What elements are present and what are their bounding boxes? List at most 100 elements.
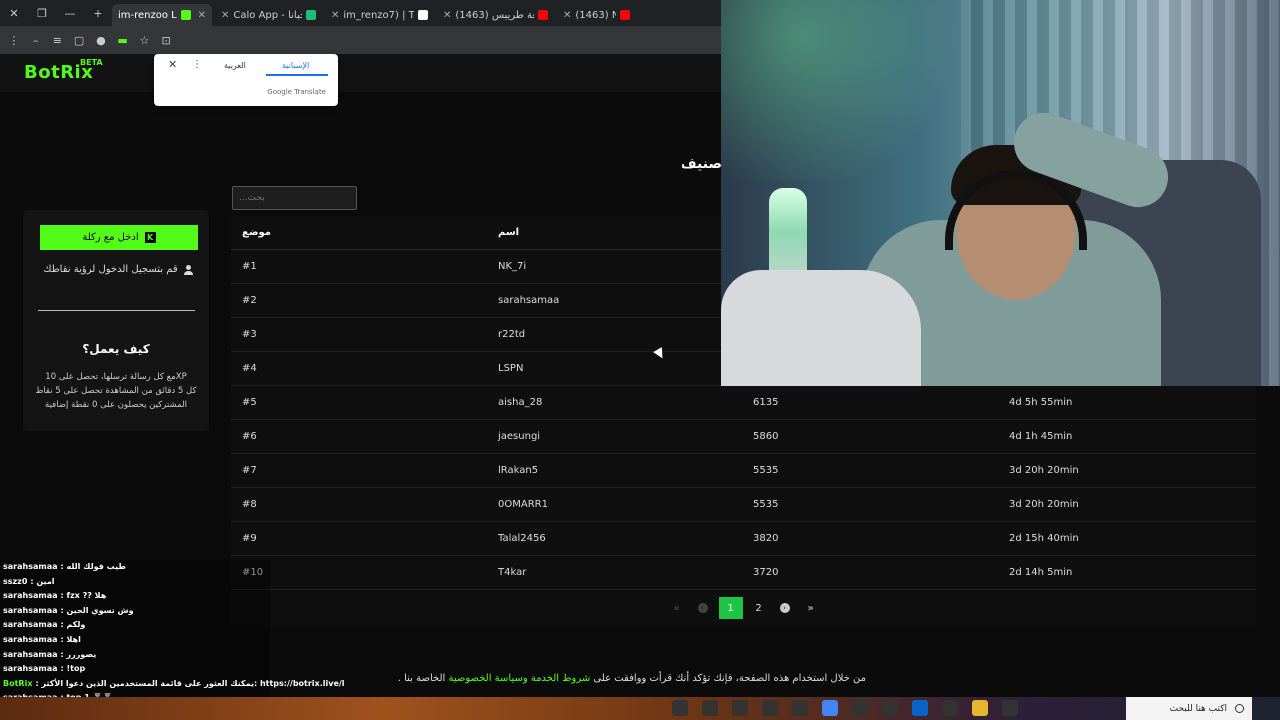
last-page-button[interactable]: » (801, 597, 821, 619)
queue-icon[interactable]: ≡ (52, 31, 64, 49)
new-tab-button[interactable]: + (84, 0, 112, 26)
outlook-icon[interactable] (912, 700, 928, 716)
cell-points: 6135 (753, 397, 779, 408)
page-2-button[interactable]: 2 (749, 597, 769, 619)
tab-close-icon[interactable]: ✕ (331, 10, 339, 21)
table-row: #6 jaesungi 5860 4d 1h 45min (231, 420, 1256, 454)
app-icon[interactable] (762, 700, 778, 716)
chrome-icon[interactable] (822, 700, 838, 716)
rgb-light-glow (721, 0, 971, 180)
kick-login-label: ادخل مع ركلة (82, 232, 139, 243)
tab-title: im_renzo7) | TikTok(16) (343, 9, 414, 21)
folder-icon[interactable] (972, 700, 988, 716)
browser-tab[interactable]: ✕ im_renzo7) | TikTok(16) (322, 4, 434, 26)
green-extension-icon[interactable]: ▬ (117, 31, 129, 49)
minus-icon[interactable]: – (30, 31, 42, 49)
kick-login-button[interactable]: ادخل مع ركلة K (40, 225, 198, 250)
tab-close-icon[interactable]: ✕ (198, 10, 206, 21)
how-line: المشتركين يحصلون على 0 نقطة إضافية (45, 400, 187, 410)
browser-tab[interactable]: ✕ (1463) Naz | ناز - Yo (554, 4, 636, 26)
browser-tab[interactable]: ✕ ابو ربيعة طريبس (1463) (434, 4, 554, 26)
prev-page-button[interactable]: ‹ (693, 597, 713, 619)
extension-badge-icon[interactable]: ● (95, 31, 107, 49)
chat-text: : يصوررر (60, 649, 97, 659)
browser-tab[interactable]: im-renzoo LeaderBoard ✕ (112, 4, 212, 26)
header-name[interactable]: اسم (498, 227, 519, 238)
next-page-button[interactable]: › (775, 597, 795, 619)
chat-text: : يمكنك العثور على قائمة المستخدمين الذي… (35, 678, 345, 688)
tab-title: im-renzoo LeaderBoard (118, 9, 177, 21)
menu-dots-icon[interactable]: ⋮ (8, 31, 20, 49)
cell-time: 2d 14h 5min (1009, 567, 1073, 578)
app-icon[interactable] (732, 700, 748, 716)
translate-close-icon[interactable]: ✕ (168, 58, 177, 71)
translate-active-underline (266, 74, 328, 76)
store-icon[interactable] (1002, 700, 1018, 716)
app-icon[interactable] (852, 700, 868, 716)
header-position[interactable]: موضع (242, 227, 271, 238)
search-icon (1235, 704, 1244, 713)
cell-name: jaesungi (498, 431, 541, 442)
translate-icon[interactable]: ⊡ (160, 31, 172, 49)
chat-text: : اهلا (60, 635, 81, 644)
chat-message: sarahsamaa: يصوررر (3, 650, 96, 663)
browser-tab[interactable]: ✕ Calo App - وجبانا (212, 4, 322, 26)
translate-options-icon[interactable]: ⋮ (192, 59, 202, 70)
tab-list: im-renzoo LeaderBoard ✕ ✕ Calo App - وجبانا… (112, 0, 636, 26)
steam-icon[interactable] (882, 700, 898, 716)
how-it-works-text: XPمع كل رسالة ترسلها، تحصل على 10 كل 5 د… (33, 370, 199, 412)
cell-time: 2d 15h 40min (1009, 533, 1079, 544)
cell-rank: #9 (242, 533, 257, 544)
terms-privacy-link[interactable]: شروط الخدمة وسياسة الخصوصية (448, 673, 590, 684)
app-icon[interactable] (702, 700, 718, 716)
cell-time: 4d 1h 45min (1009, 431, 1073, 442)
chat-message: sarahsamaa: اهلا (3, 635, 81, 648)
chat-message: sarahsamaa: وش تسوي الحين (3, 606, 134, 619)
translate-lang-spanish[interactable]: الإسبانية (282, 61, 309, 70)
bookmark-star-icon[interactable]: ☆ (139, 31, 151, 49)
window-restore-icon[interactable]: ❐ (28, 0, 56, 26)
chat-username: sarahsamaa (3, 620, 58, 630)
google-translate-popup: ✕ ⋮ العربية الإسبانية Google Translate (154, 54, 338, 106)
chat-username: sarahsamaa (3, 649, 58, 659)
cell-name: sarahsamaa (498, 295, 560, 306)
app-icon[interactable] (672, 700, 688, 716)
page-1-button[interactable]: 1 (718, 597, 743, 619)
chat-username: BotRix (3, 678, 33, 688)
table-row: #7 lRakan5 5535 3d 20h 20min (231, 454, 1256, 488)
cell-name: aisha_28 (498, 397, 543, 408)
chat-username: sarahsamaa (3, 591, 58, 601)
cell-points: 3820 (753, 533, 779, 544)
taskbar-search[interactable]: اكتب هنا للبحث (1126, 697, 1252, 720)
stream-chat-overlay: sarahsamaa: طيب قولك الله sszz0: امين sara… (0, 560, 345, 720)
app-icon[interactable] (942, 700, 958, 716)
cell-name: 0OMARR1 (498, 499, 548, 510)
cell-time: 3d 20h 20min (1009, 499, 1079, 510)
cell-points: 5535 (753, 499, 779, 510)
login-prompt[interactable]: قم بتسجيل الدخول لرؤية نقاطك (43, 264, 193, 275)
cell-points: 5860 (753, 431, 779, 442)
extension-icon[interactable]: ▢ (73, 31, 85, 49)
cell-time: 3d 20h 20min (1009, 465, 1079, 476)
cell-rank: #3 (242, 329, 257, 340)
cell-rank: #4 (242, 363, 257, 374)
cell-name: lRakan5 (498, 465, 539, 476)
window-close-icon[interactable]: ✕ (0, 0, 28, 26)
tab-close-icon[interactable]: ✕ (443, 10, 451, 21)
search-input[interactable] (232, 186, 357, 210)
chat-username: sarahsamaa (3, 635, 58, 644)
footer-notice: من خلال استخدام هذه الصفحة، فإنك تؤكد أن… (398, 673, 866, 684)
settings-icon[interactable] (792, 700, 808, 716)
chat-text: : امين (30, 576, 55, 586)
translate-lang-arabic[interactable]: العربية (224, 61, 246, 70)
cell-name: T4kar (498, 567, 527, 578)
chat-text: : طيب قولك الله (60, 562, 126, 571)
first-page-button[interactable]: « (667, 597, 687, 619)
browser-toolbar: ⋮ – ≡ ▢ ● ▬ ☆ ⊡ (0, 26, 722, 54)
how-line: كل 5 دقائق من المشاهدة تحصل على 5 نقاط (35, 386, 197, 396)
webcam-overlay (721, 0, 1280, 386)
tab-close-icon[interactable]: ✕ (221, 10, 229, 21)
table-row: #8 0OMARR1 5535 3d 20h 20min (231, 488, 1256, 522)
tab-close-icon[interactable]: ✕ (563, 10, 571, 21)
window-minimize-icon[interactable]: — (56, 0, 84, 26)
